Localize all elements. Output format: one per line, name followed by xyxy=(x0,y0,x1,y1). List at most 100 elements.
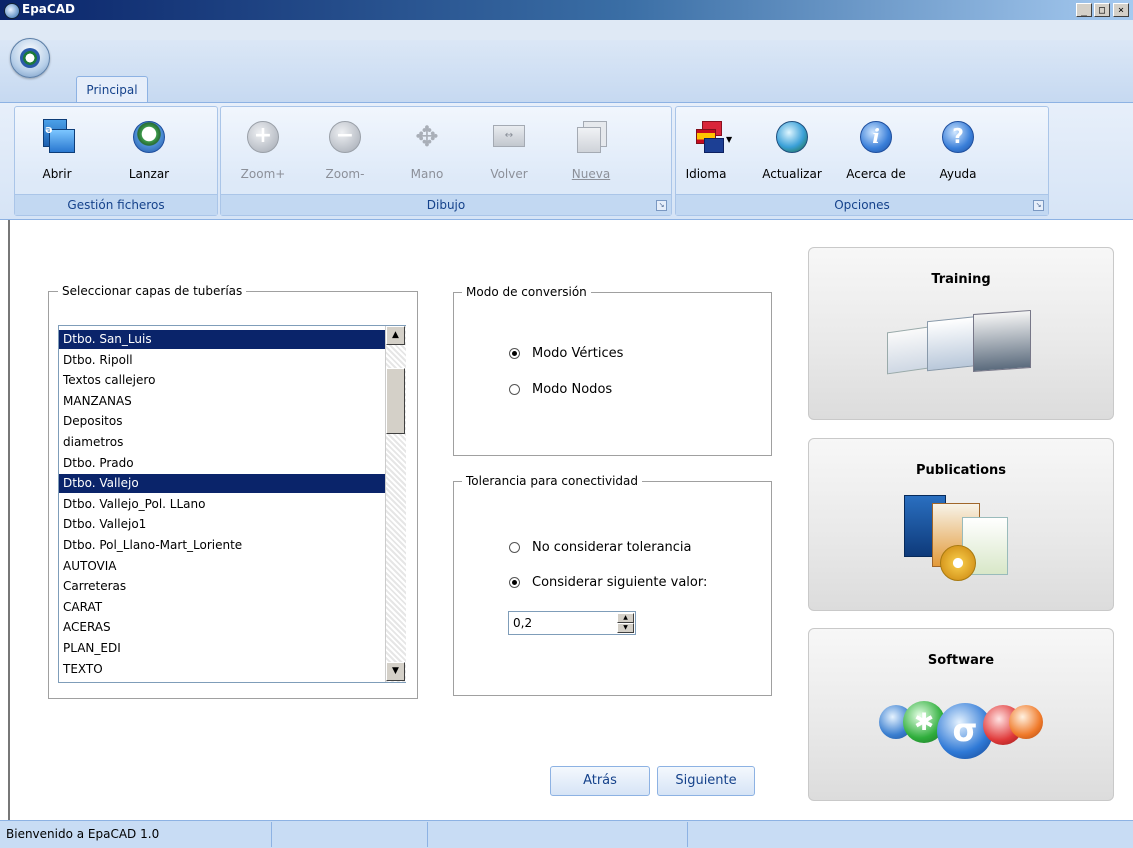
app-orb-icon xyxy=(20,48,40,68)
open-button[interactable]: ə Abrir xyxy=(27,117,87,187)
software-spheres-image: ✱ σ xyxy=(869,691,1059,781)
layer-list-item[interactable]: Dtbo. Pol_Llano-Mart_Loriente xyxy=(59,536,386,555)
pan-label: Mano xyxy=(410,167,444,181)
back-button[interactable]: Atrás xyxy=(550,766,650,796)
layers-listbox[interactable]: Dtbo. San_Luis Dtbo. Ripoll Textos calleje… xyxy=(58,325,406,683)
language-label: Idioma xyxy=(685,167,727,181)
layer-list-item[interactable]: Textos callejero xyxy=(59,371,386,390)
language-button[interactable]: ▼ Idioma xyxy=(676,117,736,187)
software-card-title: Software xyxy=(927,653,995,668)
radio-mode-nodes[interactable] xyxy=(509,384,520,395)
layer-list-item[interactable]: Dtbo. Vallejo1 xyxy=(59,515,386,534)
maximize-button[interactable]: □ xyxy=(1094,3,1110,17)
zoom-in-label: Zoom+ xyxy=(240,167,286,181)
tolerance-value[interactable]: 0,2 xyxy=(513,616,532,630)
layer-list-item[interactable]: Dtbo. Vallejo_Pol. LLano xyxy=(59,495,386,514)
app-icon xyxy=(4,3,20,19)
ribbon-group-options: ▼ Idioma Actualizar i Acerca de ? Ayuda … xyxy=(675,106,1049,216)
layer-list-item[interactable]: Dtbo. Vallejo xyxy=(59,474,386,494)
ribbon-group-drawing: + Zoom+ − Zoom- ✥ Mano ↔ Volver Nueva Di… xyxy=(220,106,672,216)
tolerance-legend: Tolerancia para conectividad xyxy=(462,474,643,488)
radio-no-tolerance[interactable] xyxy=(509,542,520,553)
software-card[interactable]: Software ✱ σ xyxy=(808,628,1114,801)
training-card-title: Training xyxy=(931,272,991,287)
radio-mode-nodes-label[interactable]: Modo Nodos xyxy=(532,382,612,397)
radio-mode-vertices-label[interactable]: Modo Vértices xyxy=(532,346,623,361)
new-window-label: Nueva xyxy=(571,167,611,181)
application-menu-button[interactable] xyxy=(10,38,50,78)
new-window-icon xyxy=(575,121,607,153)
layer-list-item[interactable]: MANZANAS xyxy=(59,392,386,411)
publications-card[interactable]: Publications xyxy=(808,438,1114,611)
ribbon-group-files: ə Abrir Lanzar Gestión ficheros xyxy=(14,106,218,216)
drawing-dialog-launcher-icon[interactable]: ↘ xyxy=(656,200,667,211)
layer-list-item[interactable]: diametros xyxy=(59,433,386,452)
restore-view-label: Volver xyxy=(490,167,528,181)
tab-principal[interactable]: Principal xyxy=(76,76,148,102)
quick-access-bar xyxy=(0,20,1133,41)
pan-button[interactable]: ✥ Mano xyxy=(397,117,457,187)
launch-epa-icon xyxy=(133,121,165,153)
zoom-out-icon: − xyxy=(329,121,361,153)
layer-list-item[interactable]: Dtbo. San_Luis xyxy=(59,330,386,349)
conversion-groupbox xyxy=(453,292,772,456)
update-label: Actualizar xyxy=(762,167,822,181)
layers-scrollbar[interactable]: ▲ ▼ xyxy=(385,326,406,682)
help-label: Ayuda xyxy=(939,167,977,181)
spin-up-icon[interactable]: ▲ xyxy=(617,613,634,623)
restore-view-icon: ↔ xyxy=(493,125,525,147)
options-dialog-launcher-icon[interactable]: ↘ xyxy=(1033,200,1044,211)
group-label-files: Gestión ficheros xyxy=(15,194,217,215)
radio-tolerance-value-label[interactable]: Considerar siguiente valor: xyxy=(532,575,707,590)
group-label-drawing: Dibujo xyxy=(221,194,671,215)
status-cell-3 xyxy=(428,822,688,847)
layer-list-item[interactable]: Carreteras xyxy=(59,577,386,596)
open-button-label: Abrir xyxy=(42,167,72,181)
zoom-in-button[interactable]: + Zoom+ xyxy=(233,117,293,187)
help-button[interactable]: ? Ayuda xyxy=(928,117,988,187)
scroll-up-button[interactable]: ▲ xyxy=(386,326,405,345)
status-cell-2 xyxy=(272,822,428,847)
publications-card-title: Publications xyxy=(915,463,1007,478)
new-window-button[interactable]: Nueva xyxy=(561,117,621,187)
layer-list-item[interactable]: Dtbo. Ripoll xyxy=(59,351,386,370)
scroll-thumb[interactable] xyxy=(386,368,405,434)
radio-mode-vertices[interactable] xyxy=(509,348,520,359)
spin-down-icon[interactable]: ▼ xyxy=(617,623,634,633)
layer-list-item[interactable]: TEXTO xyxy=(59,660,386,679)
layer-list-item[interactable]: CARAT xyxy=(59,598,386,617)
restore-view-button[interactable]: ↔ Volver xyxy=(479,117,539,187)
zoom-in-icon: + xyxy=(247,121,279,153)
ribbon-tab-strip xyxy=(0,40,1133,102)
next-button[interactable]: Siguiente xyxy=(657,766,755,796)
launch-button[interactable]: Lanzar xyxy=(119,117,179,187)
launch-button-label: Lanzar xyxy=(128,167,170,181)
zoom-out-button[interactable]: − Zoom- xyxy=(315,117,375,187)
conversion-legend: Modo de conversión xyxy=(462,285,591,299)
layer-list-item[interactable]: Depositos xyxy=(59,412,386,431)
tolerance-spinner[interactable]: 0,2 ▲ ▼ xyxy=(508,611,636,635)
scroll-down-button[interactable]: ▼ xyxy=(386,662,405,681)
about-button[interactable]: i Acerca de xyxy=(846,117,906,187)
help-icon: ? xyxy=(942,121,974,153)
publications-books-image xyxy=(904,489,1024,589)
training-card[interactable]: Training xyxy=(808,247,1114,420)
zoom-out-label: Zoom- xyxy=(325,167,365,181)
title-bar xyxy=(0,0,1133,20)
radio-tolerance-value[interactable] xyxy=(509,577,520,588)
layer-list-item[interactable]: ACERAS xyxy=(59,618,386,637)
close-button[interactable]: × xyxy=(1113,3,1129,17)
layers-legend: Seleccionar capas de tuberías xyxy=(58,284,247,298)
pan-hand-icon: ✥ xyxy=(415,120,439,153)
training-slides-image xyxy=(887,308,1037,388)
layer-list-item[interactable]: Dtbo. Prado xyxy=(59,454,386,473)
language-flags-icon: ▼ xyxy=(690,121,732,153)
about-label: Acerca de xyxy=(846,167,906,181)
open-folder-icon: ə xyxy=(43,119,75,153)
update-button[interactable]: Actualizar xyxy=(762,117,822,187)
layer-list-item[interactable]: PLAN_EDI xyxy=(59,639,386,658)
layer-list-item[interactable]: AUTOVIA xyxy=(59,557,386,576)
minimize-button[interactable]: _ xyxy=(1076,3,1092,17)
window-title: EpaCAD xyxy=(22,2,75,16)
radio-no-tolerance-label[interactable]: No considerar tolerancia xyxy=(532,540,692,555)
